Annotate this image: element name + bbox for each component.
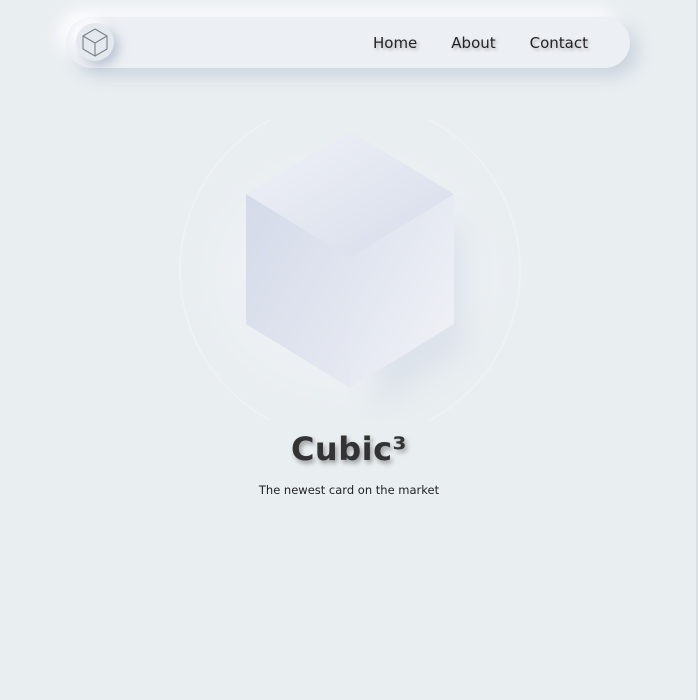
hero-title: Cubic³: [290, 430, 408, 468]
logo-button[interactable]: [76, 23, 114, 61]
cube-icon: [82, 28, 108, 57]
nav-link-contact[interactable]: Contact: [530, 34, 588, 52]
hero-cube-graphic: [160, 120, 540, 420]
nav-link-about[interactable]: About: [451, 34, 495, 52]
nav-link-home[interactable]: Home: [373, 34, 417, 52]
navbar: Home About Contact: [66, 17, 630, 68]
hero-subtitle: The newest card on the market: [258, 483, 440, 497]
cube-icon: [175, 120, 525, 420]
nav-links: Home About Contact: [373, 17, 588, 68]
